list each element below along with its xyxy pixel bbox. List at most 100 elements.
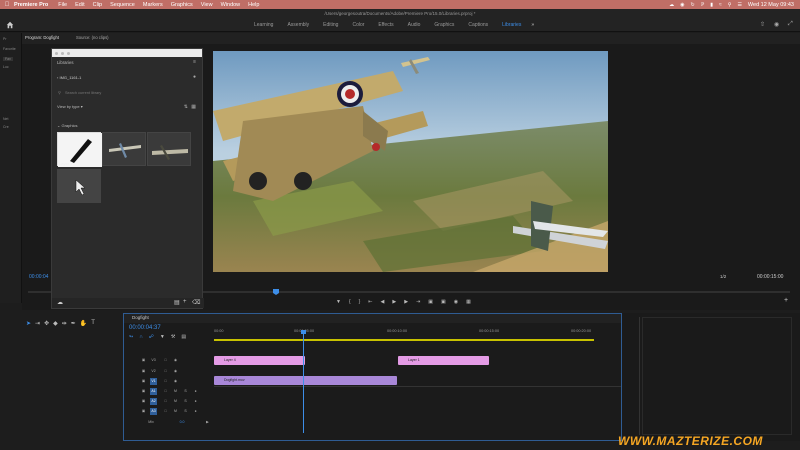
workspace-tab-effects[interactable]: Effects	[378, 22, 393, 28]
sync-lock-icon[interactable]: □	[162, 388, 169, 395]
marker-icon[interactable]: ▼	[160, 334, 165, 340]
menu-file[interactable]: File	[58, 2, 67, 8]
expand-icon[interactable]: ▶	[204, 419, 211, 426]
menu-markers[interactable]: Markers	[143, 2, 163, 8]
work-area-bar[interactable]	[214, 339, 594, 341]
panel-item[interactable]: Fav	[3, 57, 13, 61]
solo-icon[interactable]: S	[182, 408, 189, 415]
sync-lock-icon[interactable]: □	[162, 368, 169, 375]
library-selector[interactable]: ‹ IMG_1161-1	[57, 75, 81, 80]
timeline-ruler[interactable]: 00:00 00:00:05:00 00:00:10:00 00:00:15:0…	[214, 328, 621, 348]
comparison-view-icon[interactable]: ▦	[466, 299, 471, 305]
step-forward-icon[interactable]: ▶	[404, 299, 408, 305]
menu-help[interactable]: Help	[248, 2, 259, 8]
workspace-tab-editing[interactable]: Editing	[323, 22, 338, 28]
more-workspaces-icon[interactable]: »	[531, 22, 534, 28]
lock-icon[interactable]: ▣	[140, 378, 147, 385]
track-label[interactable]: A2	[150, 398, 157, 405]
playhead-handle[interactable]	[301, 330, 306, 334]
view-by-dropdown[interactable]: View by type ▾	[57, 104, 83, 109]
library-search-input[interactable]: ⚲ Search current library	[57, 89, 199, 98]
menu-graphics[interactable]: Graphics	[171, 2, 193, 8]
slip-tool-icon[interactable]: ⇹	[62, 320, 67, 327]
mute-icon[interactable]: M	[172, 408, 179, 415]
cloud-icon[interactable]: ☁	[57, 299, 63, 306]
track-label[interactable]: A1	[150, 388, 157, 395]
add-marker-icon[interactable]: ▼	[336, 299, 341, 305]
sync-lock-icon[interactable]: □	[162, 357, 169, 364]
wifi-icon[interactable]: ≈	[719, 2, 722, 8]
panel-item[interactable]: Cre	[3, 125, 9, 129]
sync-lock-icon[interactable]: □	[162, 398, 169, 405]
linked-selection-icon[interactable]: ☍	[149, 334, 154, 340]
home-icon[interactable]	[6, 21, 14, 29]
workspace-tab-learning[interactable]: Learning	[254, 22, 273, 28]
mute-icon[interactable]: M	[172, 398, 179, 405]
eye-icon[interactable]: ◉	[172, 357, 179, 364]
captions-icon[interactable]: ▤	[181, 334, 186, 340]
pen-tool-icon[interactable]: ✒	[71, 320, 76, 327]
menu-sequence[interactable]: Sequence	[110, 2, 135, 8]
battery-icon[interactable]: ▮	[710, 2, 713, 8]
track-label[interactable]: V3	[150, 357, 157, 364]
ripple-edit-tool-icon[interactable]: ✥	[44, 320, 49, 327]
bluetooth-icon[interactable]: ℙ	[701, 2, 705, 8]
timeline-playhead[interactable]	[303, 333, 304, 433]
razor-tool-icon[interactable]: ◆	[53, 320, 58, 327]
maximize-icon[interactable]	[67, 51, 70, 55]
panel-item[interactable]: Loc	[3, 65, 9, 69]
track-label[interactable]: V2	[150, 368, 157, 375]
program-viewer[interactable]	[213, 51, 608, 272]
eye-icon[interactable]: ◉	[172, 378, 179, 385]
grid-view-icon[interactable]: ▦	[191, 104, 196, 110]
workspace-tab-graphics[interactable]: Graphics	[434, 22, 454, 28]
clip-layer-1[interactable]: Layer 1	[398, 356, 489, 365]
workspace-tab-color[interactable]: Color	[352, 22, 364, 28]
workspace-tab-captions[interactable]: Captions	[468, 22, 488, 28]
menu-edit[interactable]: Edit	[75, 2, 84, 8]
sync-icon[interactable]: ↻	[691, 2, 695, 8]
control-center-icon[interactable]: ☰	[737, 2, 741, 8]
lock-icon[interactable]: ▣	[140, 388, 147, 395]
insert-icon[interactable]: ▣	[428, 299, 433, 305]
track-label[interactable]: A3	[150, 408, 157, 415]
graphics-section-toggle[interactable]: ⌄ Graphics	[57, 123, 77, 128]
snap-icon[interactable]: ∩	[139, 334, 143, 340]
mix-volume[interactable]: 0.0	[176, 419, 188, 426]
camera-icon[interactable]: ◉	[680, 2, 684, 8]
mic-icon[interactable]: ●	[192, 398, 199, 405]
step-back-icon[interactable]: ◀	[381, 299, 385, 305]
workspace-tab-audio[interactable]: Audio	[408, 22, 421, 28]
solo-icon[interactable]: S	[182, 388, 189, 395]
menu-view[interactable]: View	[201, 2, 213, 8]
add-button-icon[interactable]: +	[784, 297, 788, 304]
type-tool-icon[interactable]: T	[91, 320, 95, 326]
notifications-icon[interactable]: ◉	[774, 21, 782, 29]
menu-window[interactable]: Window	[221, 2, 241, 8]
clock[interactable]: Wed 12 May 09:43	[748, 2, 794, 8]
mark-out-icon[interactable]: }	[359, 299, 361, 305]
libraries-title-bar[interactable]	[52, 49, 202, 57]
collaborate-icon[interactable]: ●	[193, 74, 196, 80]
creative-cloud-icon[interactable]: ☁	[669, 2, 674, 8]
search-icon[interactable]: ⚲	[728, 2, 732, 8]
tab-source[interactable]: Source: (no clips)	[76, 35, 109, 40]
overwrite-icon[interactable]: ▣	[441, 299, 446, 305]
workspace-tab-assembly[interactable]: Assembly	[287, 22, 309, 28]
mic-icon[interactable]: ●	[192, 388, 199, 395]
share-icon[interactable]: ⇧	[760, 21, 768, 29]
solo-icon[interactable]: S	[182, 398, 189, 405]
panel-menu-icon[interactable]: ≡	[193, 59, 196, 65]
selection-tool-icon[interactable]: ➤	[26, 320, 31, 327]
track-label[interactable]: V1	[150, 378, 157, 385]
hand-tool-icon[interactable]: ✋	[80, 320, 87, 327]
sync-lock-icon[interactable]: □	[162, 408, 169, 415]
lock-icon[interactable]: ▣	[140, 368, 147, 375]
tab-program[interactable]: Program: Dogfight	[25, 35, 59, 40]
workspace-tab-libraries[interactable]: Libraries	[502, 22, 521, 28]
timeline-tab-dogfight[interactable]: Dogfight	[132, 315, 149, 320]
library-asset-empty[interactable]	[57, 169, 101, 203]
lock-icon[interactable]: ▣	[140, 357, 147, 364]
mark-in-icon[interactable]: {	[349, 299, 351, 305]
track-select-tool-icon[interactable]: ⇥	[35, 320, 40, 327]
